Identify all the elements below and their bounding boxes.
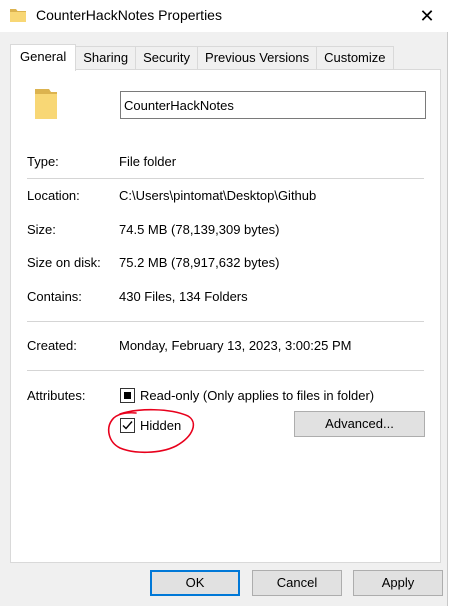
attributes-label: Attributes: xyxy=(27,388,86,403)
apply-button[interactable]: Apply xyxy=(353,570,443,596)
folder-large-icon xyxy=(35,89,57,119)
background-window-edge xyxy=(448,0,456,606)
properties-dialog: CounterHackNotes Properties ✕ General Sh… xyxy=(0,0,448,606)
location-label: Location: xyxy=(27,188,80,203)
window-title: CounterHackNotes Properties xyxy=(36,7,222,23)
general-tab-panel: Type: File folder Location: C:\Users\pin… xyxy=(10,69,441,563)
hidden-checkbox[interactable] xyxy=(120,418,135,433)
type-value: File folder xyxy=(119,154,177,169)
tab-sharing[interactable]: Sharing xyxy=(75,46,137,70)
created-value: Monday, February 13, 2023, 3:00:25 PM xyxy=(119,338,352,353)
tab-previous-versions[interactable]: Previous Versions xyxy=(197,46,318,70)
size-label: Size: xyxy=(27,222,56,237)
location-value: C:\Users\pintomat\Desktop\Github xyxy=(119,188,317,203)
advanced-button[interactable]: Advanced... xyxy=(294,411,425,437)
close-icon: ✕ xyxy=(419,5,435,26)
contains-value: 430 Files, 134 Folders xyxy=(119,289,248,304)
created-label: Created: xyxy=(27,338,77,353)
contains-label: Contains: xyxy=(27,289,82,304)
read-only-checkbox[interactable] xyxy=(120,388,135,403)
title-bar[interactable]: CounterHackNotes Properties ✕ xyxy=(0,0,448,32)
tab-general[interactable]: General xyxy=(10,44,77,71)
tab-security[interactable]: Security xyxy=(135,46,199,70)
hidden-label[interactable]: Hidden xyxy=(140,418,181,433)
folder-icon xyxy=(10,9,26,22)
ok-button[interactable]: OK xyxy=(150,570,240,596)
divider xyxy=(27,178,424,179)
size-value: 74.5 MB (78,139,309 bytes) xyxy=(119,222,280,237)
folder-name-input[interactable] xyxy=(120,91,426,119)
size-on-disk-value: 75.2 MB (78,917,632 bytes) xyxy=(119,255,280,270)
checkmark-icon xyxy=(122,421,133,430)
tab-strip: General Sharing Security Previous Versio… xyxy=(10,44,394,71)
close-button[interactable]: ✕ xyxy=(412,2,442,30)
read-only-label[interactable]: Read-only (Only applies to files in fold… xyxy=(140,388,374,403)
cancel-button[interactable]: Cancel xyxy=(252,570,342,596)
indeterminate-mark xyxy=(124,392,131,399)
type-label: Type: xyxy=(27,154,59,169)
size-on-disk-label: Size on disk: xyxy=(27,255,101,270)
divider xyxy=(27,370,424,371)
tab-customize[interactable]: Customize xyxy=(316,46,394,70)
divider xyxy=(27,321,424,322)
